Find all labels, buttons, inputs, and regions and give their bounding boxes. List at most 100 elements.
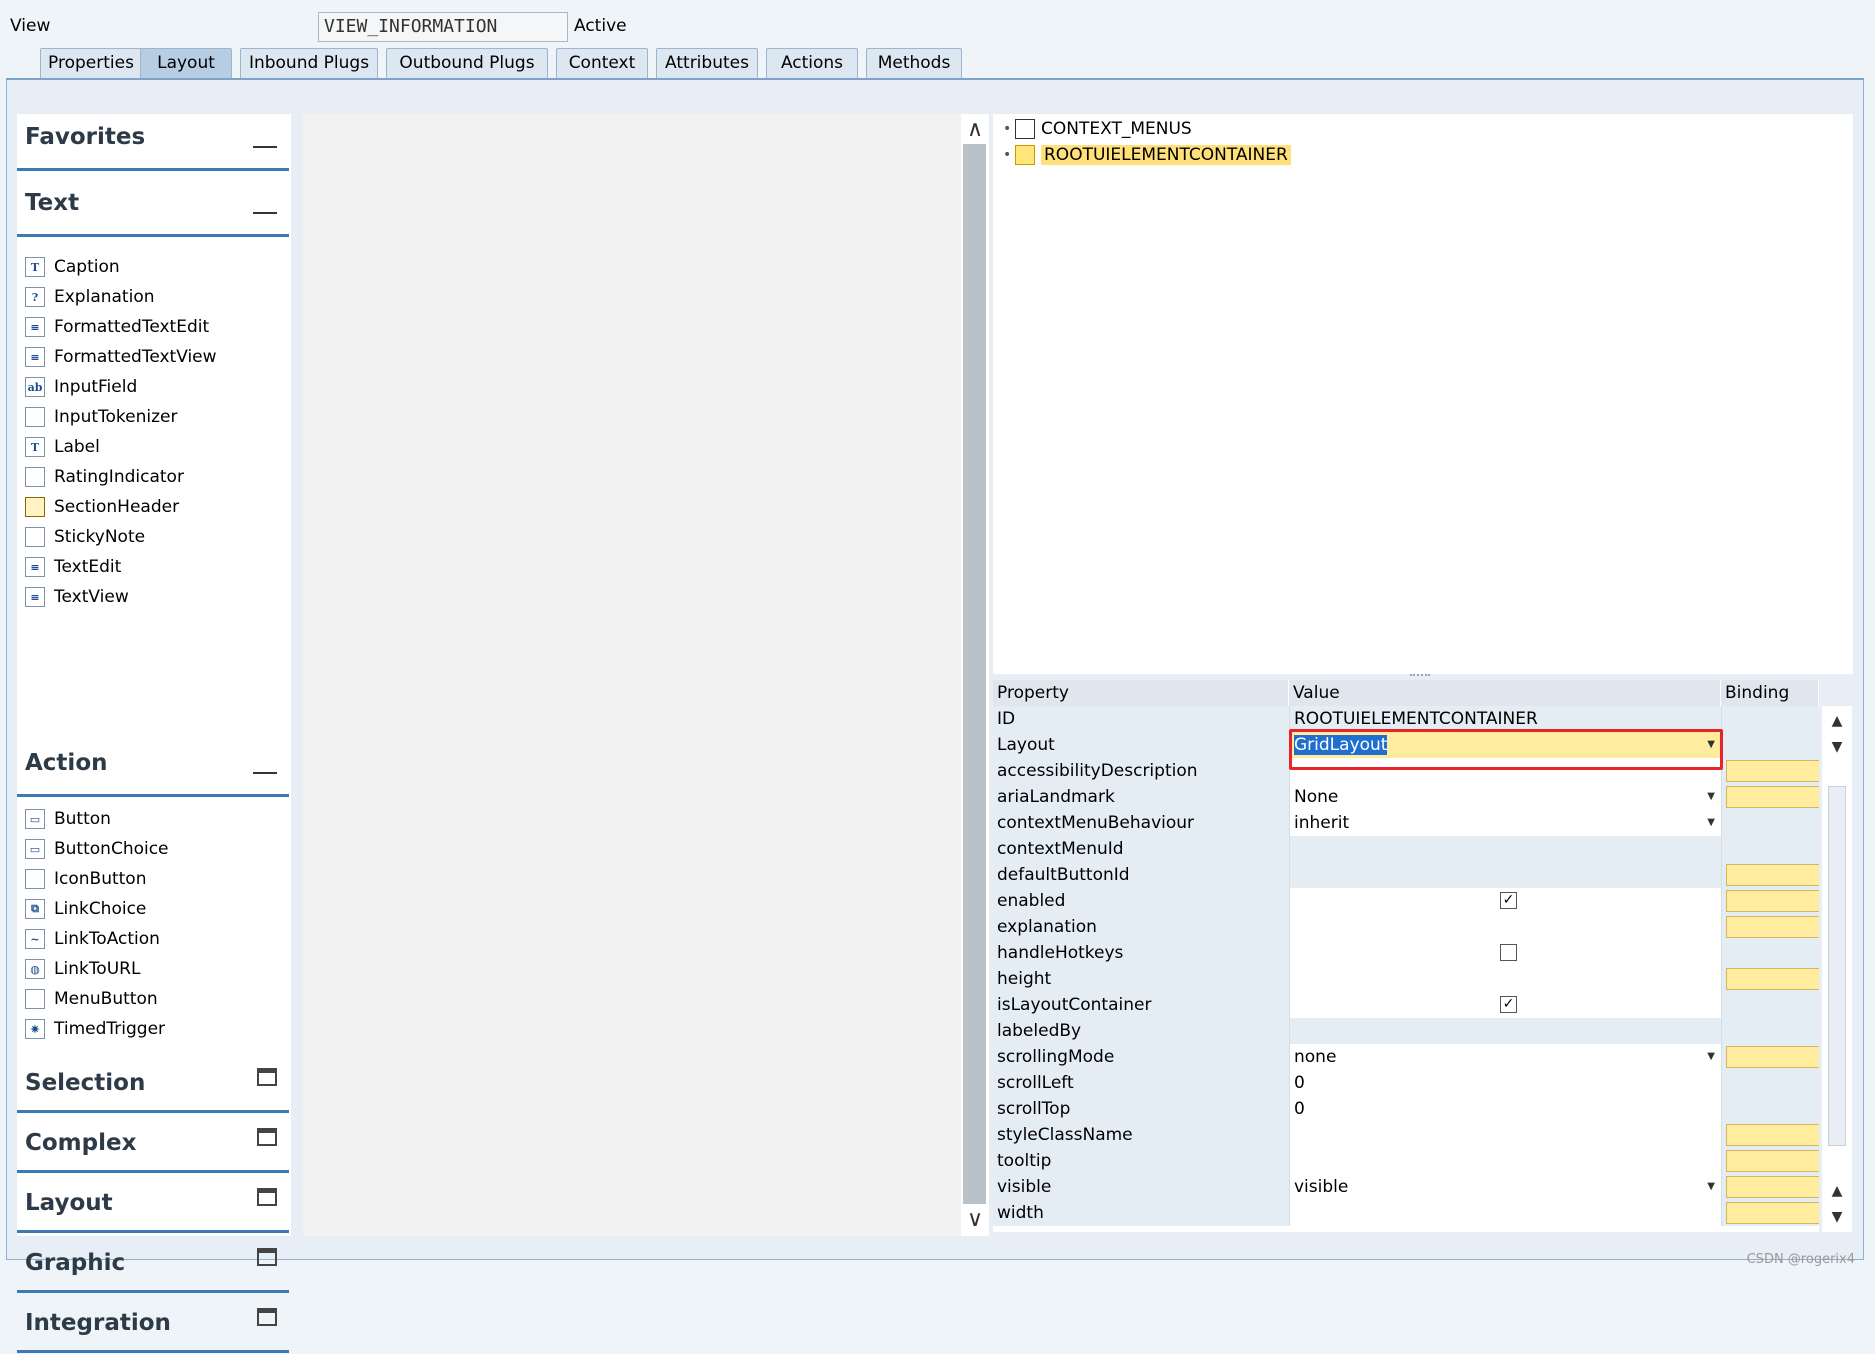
binding-button[interactable]	[1726, 760, 1819, 782]
palette-item-label: Button	[54, 809, 111, 829]
binding-button[interactable]	[1726, 1124, 1819, 1146]
palette-item-textview[interactable]: ≡ TextView	[25, 585, 129, 609]
palette-item-linktourl[interactable]: ◍ LinkToURL	[25, 957, 140, 981]
palette-item-label: TextView	[54, 587, 129, 607]
property-value-arialandmark[interactable]: None ▼	[1289, 784, 1721, 810]
binding-button[interactable]	[1726, 916, 1819, 938]
tab-outbound-plugs[interactable]: Outbound Plugs	[386, 48, 548, 79]
collapse-icon[interactable]	[253, 212, 277, 214]
property-value-explanation[interactable]	[1289, 914, 1721, 940]
binding-button[interactable]	[1726, 890, 1819, 912]
property-value-contextmenubehaviour[interactable]: inherit ▼	[1289, 810, 1721, 836]
palette-item-explanation[interactable]: ? Explanation	[25, 285, 155, 309]
palette-item-menubutton[interactable]: MenuButton	[25, 987, 158, 1011]
binding-button[interactable]	[1726, 1176, 1819, 1198]
binding-button[interactable]	[1726, 1046, 1819, 1068]
palette-item-linkchoice[interactable]: ⧉ LinkChoice	[25, 897, 146, 921]
palette-item-stickynote[interactable]: StickyNote	[25, 525, 145, 549]
canvas-scrollbar[interactable]: ∧ ∨	[961, 114, 989, 1236]
scroll-down-icon[interactable]: ▼	[1826, 736, 1848, 758]
expand-icon[interactable]	[257, 1308, 277, 1326]
palette-item-caption[interactable]: T Caption	[25, 255, 120, 279]
palette-item-textedit[interactable]: ≡ TextEdit	[25, 555, 121, 579]
dropdown-arrow-icon[interactable]: ▼	[1707, 810, 1715, 836]
checkbox[interactable]	[1500, 944, 1517, 961]
scroll-page-up-icon[interactable]: ▲	[1826, 1180, 1848, 1202]
palette-item-sectionheader[interactable]: SectionHeader	[25, 495, 179, 519]
palette-item-label[interactable]: T Label	[25, 435, 100, 459]
tab-methods[interactable]: Methods	[866, 48, 962, 79]
tab-inbound-plugs[interactable]: Inbound Plugs	[240, 48, 378, 79]
scroll-up-icon[interactable]: ▲	[1826, 710, 1848, 732]
property-value-handlehotkeys[interactable]	[1289, 940, 1721, 966]
expand-icon[interactable]	[257, 1068, 277, 1086]
binding-cell	[1721, 1096, 1819, 1122]
chevron-down-icon[interactable]: ∨	[965, 1209, 985, 1231]
expand-icon[interactable]	[257, 1128, 277, 1146]
binding-button[interactable]	[1726, 864, 1819, 886]
binding-button[interactable]	[1726, 1150, 1819, 1172]
palette-section-complex[interactable]: Complex	[17, 1114, 291, 1174]
dropdown-arrow-icon[interactable]: ▼	[1707, 784, 1715, 810]
property-value-scrolltop[interactable]: 0	[1289, 1096, 1721, 1122]
collapse-icon[interactable]	[253, 146, 277, 148]
section-title: Layout	[25, 1190, 113, 1216]
collapse-icon[interactable]	[253, 772, 277, 774]
binding-button[interactable]	[1726, 968, 1819, 990]
scroll-page-down-icon[interactable]: ▼	[1826, 1206, 1848, 1228]
palette-item-formattedtextedit[interactable]: ≡ FormattedTextEdit	[25, 315, 209, 339]
palette-section-integration[interactable]: Integration	[17, 1294, 291, 1354]
binding-button[interactable]	[1726, 786, 1819, 808]
palette-section-selection[interactable]: Selection	[17, 1054, 291, 1114]
ratingindicator-icon	[25, 467, 45, 487]
palette-item-ratingindicator[interactable]: RatingIndicator	[25, 465, 184, 489]
property-value-islayoutcontainer[interactable]: ✓	[1289, 992, 1721, 1018]
palette-item-button[interactable]: ▭ Button	[25, 807, 111, 831]
palette-item-label: FormattedTextEdit	[54, 317, 210, 337]
palette-item-buttonchoice[interactable]: ▭ ButtonChoice	[25, 837, 169, 861]
scrollbar-track[interactable]	[963, 144, 986, 1204]
palette-item-inputtokenizer[interactable]: InputTokenizer	[25, 405, 177, 429]
palette-section-layout[interactable]: Layout	[17, 1174, 291, 1234]
chevron-up-icon[interactable]: ∧	[965, 119, 985, 141]
tab-actions[interactable]: Actions	[766, 48, 858, 79]
dropdown-arrow-icon[interactable]: ▼	[1707, 1044, 1715, 1070]
expand-icon[interactable]	[257, 1188, 277, 1206]
property-value-scrollingmode[interactable]: none ▼	[1289, 1044, 1721, 1070]
property-value-width[interactable]	[1289, 1200, 1721, 1226]
checkbox[interactable]: ✓	[1500, 996, 1517, 1013]
palette-item-timedtrigger[interactable]: ✷ TimedTrigger	[25, 1017, 165, 1041]
property-value-visible[interactable]: visible ▼	[1289, 1174, 1721, 1200]
palette-item-formattedtextview[interactable]: ≡ FormattedTextView	[25, 345, 217, 369]
property-scrollbar[interactable]: ▲ ▼ ▲ ▼	[1822, 706, 1852, 1232]
property-value-height[interactable]	[1289, 966, 1721, 992]
tab-layout[interactable]: Layout	[140, 48, 232, 79]
property-value-tooltip[interactable]	[1289, 1148, 1721, 1174]
property-row-visible: visible visible ▼	[993, 1174, 1819, 1200]
checkbox[interactable]: ✓	[1500, 892, 1517, 909]
palette-splitter[interactable]	[293, 114, 303, 1236]
dropdown-arrow-icon[interactable]: ▼	[1707, 1174, 1715, 1200]
property-value-enabled[interactable]: ✓	[1289, 888, 1721, 914]
palette-section-action[interactable]: Action	[17, 736, 291, 797]
binding-button[interactable]	[1726, 1202, 1819, 1224]
palette-section-text[interactable]: Text	[17, 176, 291, 237]
pane-resize-grip[interactable]	[1410, 674, 1430, 678]
property-name: scrollingMode	[993, 1044, 1289, 1070]
tree-node-rootuielementcontainer[interactable]: • ROOTUIELEMENTCONTAINER	[1003, 144, 1291, 166]
palette-section-favorites[interactable]: Favorites	[17, 114, 291, 174]
palette-item-linktoaction[interactable]: ~ LinkToAction	[25, 927, 160, 951]
layout-canvas[interactable]	[303, 114, 961, 1236]
tab-attributes[interactable]: Attributes	[656, 48, 758, 79]
palette-item-iconbutton[interactable]: IconButton	[25, 867, 146, 891]
tree-node-context_menus[interactable]: • CONTEXT_MENUS	[1003, 118, 1192, 140]
palette-section-graphic[interactable]: Graphic	[17, 1234, 291, 1294]
tab-properties[interactable]: Properties	[40, 48, 142, 79]
palette-item-inputfield[interactable]: ab InputField	[25, 375, 137, 399]
property-value-scrollleft[interactable]: 0	[1289, 1070, 1721, 1096]
scrollbar-thumb[interactable]	[1828, 786, 1846, 1146]
tab-context[interactable]: Context	[556, 48, 648, 79]
property-value-styleclassname[interactable]	[1289, 1122, 1721, 1148]
view-name-field[interactable]: VIEW_INFORMATION	[318, 12, 568, 42]
expand-icon[interactable]	[257, 1248, 277, 1266]
